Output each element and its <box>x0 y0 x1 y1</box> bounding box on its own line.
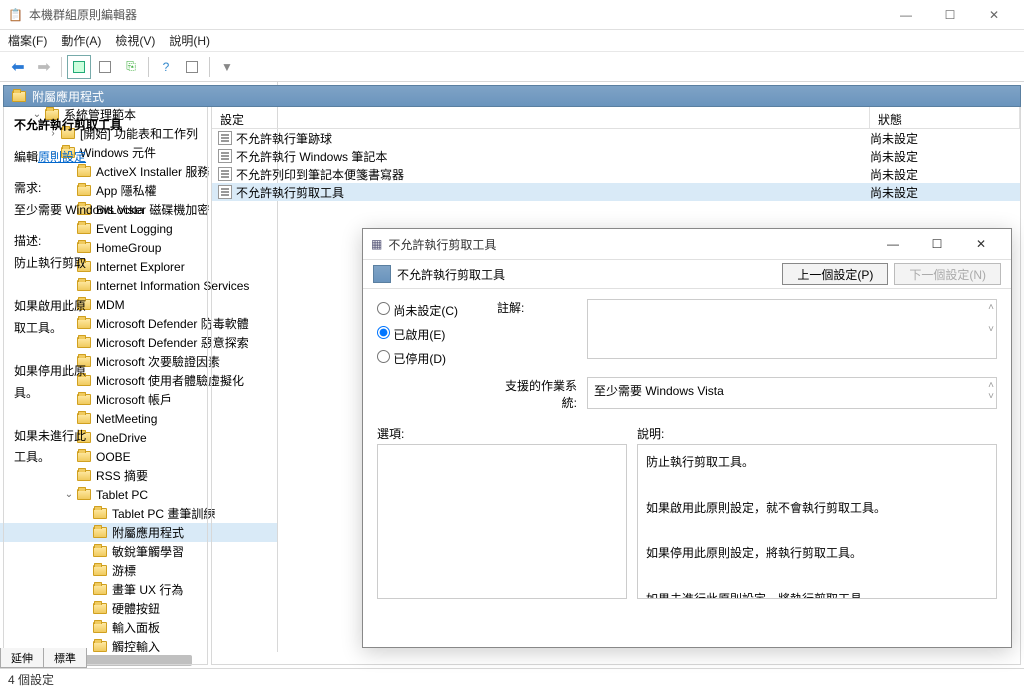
list-row[interactable]: 不允許執行剪取工具尚未設定 <box>212 183 1020 201</box>
dialog-header: 不允許執行剪取工具 上一個設定(P) 下一個設定(N) <box>363 259 1011 289</box>
radio-disabled[interactable]: 已停用(D) <box>377 347 487 371</box>
tb-icon-1[interactable] <box>67 55 91 79</box>
dialog-minimize-button[interactable]: — <box>871 230 915 258</box>
comment-label: 註解: <box>497 299 577 316</box>
separator <box>61 57 62 77</box>
desc-line: 防止執行剪取 <box>14 253 197 275</box>
menu-help[interactable]: 說明(H) <box>169 32 210 49</box>
help-line: 如果未進行此原則設定，將執行剪取工具。 <box>646 588 988 599</box>
help-box: 防止執行剪取工具。如果啟用此原則設定，就不會執行剪取工具。如果停用此原則設定，將… <box>637 444 997 599</box>
close-button[interactable]: ✕ <box>972 1 1016 29</box>
state-radios: 尚未設定(C) 已啟用(E) 已停用(D) <box>377 299 487 371</box>
dialog-title: 不允許執行剪取工具 <box>388 236 871 253</box>
forward-button[interactable]: ➡ <box>32 55 56 79</box>
desc-line: 如果啟用此原 <box>14 296 197 318</box>
radio-enabled[interactable]: 已啟用(E) <box>377 323 487 347</box>
policy-icon <box>218 167 232 181</box>
tab-extended[interactable]: 延伸 <box>0 648 44 668</box>
row-name: 不允許執行剪取工具 <box>236 184 870 201</box>
policy-icon <box>218 185 232 199</box>
dialog-close-button[interactable]: ✕ <box>959 230 1003 258</box>
supported-field: 至少需要 Windows Vista˄˅ <box>587 377 997 409</box>
separator <box>209 57 210 77</box>
tb-filter-icon[interactable]: ▼ <box>215 55 239 79</box>
policy-title: 不允許執行剪取工具 <box>14 115 197 137</box>
list-row[interactable]: 不允許執行 Windows 筆記本尚未設定 <box>212 147 1020 165</box>
row-state: 尚未設定 <box>870 166 1020 183</box>
menu-view[interactable]: 檢視(V) <box>115 32 155 49</box>
next-setting-button[interactable]: 下一個設定(N) <box>894 263 1001 285</box>
tb-props-icon[interactable] <box>180 55 204 79</box>
list-header: 設定 狀態 <box>212 107 1020 129</box>
row-name: 不允許執行筆跡球 <box>236 130 870 147</box>
row-state: 尚未設定 <box>870 148 1020 165</box>
comment-field[interactable]: ˄˅ <box>587 299 997 359</box>
app-icon: 📋 <box>8 8 23 22</box>
menu-file[interactable]: 檔案(F) <box>8 32 47 49</box>
path-header-label: 附屬應用程式 <box>32 88 104 105</box>
edit-prefix: 編輯 <box>14 150 38 164</box>
req-value: 至少需要 Windows Vista <box>14 200 197 222</box>
dialog-header-title: 不允許執行剪取工具 <box>397 266 505 283</box>
dialog-maximize-button[interactable]: ☐ <box>915 230 959 258</box>
maximize-button[interactable]: ☐ <box>928 1 972 29</box>
window-title: 本機群組原則編輯器 <box>29 6 884 23</box>
supported-label: 支援的作業系統: <box>497 377 577 411</box>
window-titlebar: 📋 本機群組原則編輯器 — ☐ ✕ <box>0 0 1024 30</box>
row-state: 尚未設定 <box>870 184 1020 201</box>
help-line: 防止執行剪取工具。 <box>646 451 988 474</box>
row-state: 尚未設定 <box>870 130 1020 147</box>
radio-not-configured[interactable]: 尚未設定(C) <box>377 299 487 323</box>
policy-dialog: ▦ 不允許執行剪取工具 — ☐ ✕ 不允許執行剪取工具 上一個設定(P) 下一個… <box>362 228 1012 648</box>
row-name: 不允許執行 Windows 筆記本 <box>236 148 870 165</box>
desc-label: 描述: <box>14 231 197 253</box>
toolbar: ⬅ ➡ ⎘ ? ▼ <box>0 52 1024 82</box>
list-row[interactable]: 不允許列印到筆記本便箋書寫器尚未設定 <box>212 165 1020 183</box>
list-row[interactable]: 不允許執行筆跡球尚未設定 <box>212 129 1020 147</box>
edit-policy-link[interactable]: 原則設定 <box>38 150 86 164</box>
row-name: 不允許列印到筆記本便箋書寫器 <box>236 166 870 183</box>
help-line: 如果停用此原則設定，將執行剪取工具。 <box>646 542 988 565</box>
back-button[interactable]: ⬅ <box>6 55 30 79</box>
policy-header-icon <box>373 265 391 283</box>
desc-line: 工具。 <box>14 447 197 469</box>
tb-help-icon[interactable]: ? <box>154 55 178 79</box>
tb-export-icon[interactable]: ⎘ <box>119 55 143 79</box>
separator <box>148 57 149 77</box>
tab-standard[interactable]: 標準 <box>43 648 87 668</box>
folder-icon <box>12 91 26 102</box>
desc-line: 如果停用此原 <box>14 361 197 383</box>
desc-line: 取工具。 <box>14 318 197 340</box>
col-setting[interactable]: 設定 <box>212 107 870 128</box>
req-label: 需求: <box>14 178 197 200</box>
view-tabs: 延伸 標準 <box>0 648 86 668</box>
options-label: 選項: <box>377 425 627 442</box>
dialog-icon: ▦ <box>371 237 382 251</box>
help-line: 如果啟用此原則設定，就不會執行剪取工具。 <box>646 497 988 520</box>
policy-icon <box>218 149 232 163</box>
col-state[interactable]: 狀態 <box>870 107 1020 128</box>
path-header: 附屬應用程式 <box>3 85 1021 107</box>
menubar: 檔案(F) 動作(A) 檢視(V) 說明(H) <box>0 30 1024 52</box>
details-pane: 不允許執行剪取工具 編輯原則設定 需求: 至少需要 Windows Vista … <box>3 107 208 665</box>
minimize-button[interactable]: — <box>884 1 928 29</box>
tb-icon-2[interactable] <box>93 55 117 79</box>
desc-line: 具。 <box>14 383 197 405</box>
statusbar: 4 個設定 <box>0 668 1024 688</box>
policy-icon <box>218 131 232 145</box>
options-box <box>377 444 627 599</box>
help-label: 說明: <box>637 425 997 442</box>
menu-action[interactable]: 動作(A) <box>61 32 101 49</box>
desc-line: 如果未進行此 <box>14 426 197 448</box>
dialog-titlebar: ▦ 不允許執行剪取工具 — ☐ ✕ <box>363 229 1011 259</box>
prev-setting-button[interactable]: 上一個設定(P) <box>782 263 888 285</box>
